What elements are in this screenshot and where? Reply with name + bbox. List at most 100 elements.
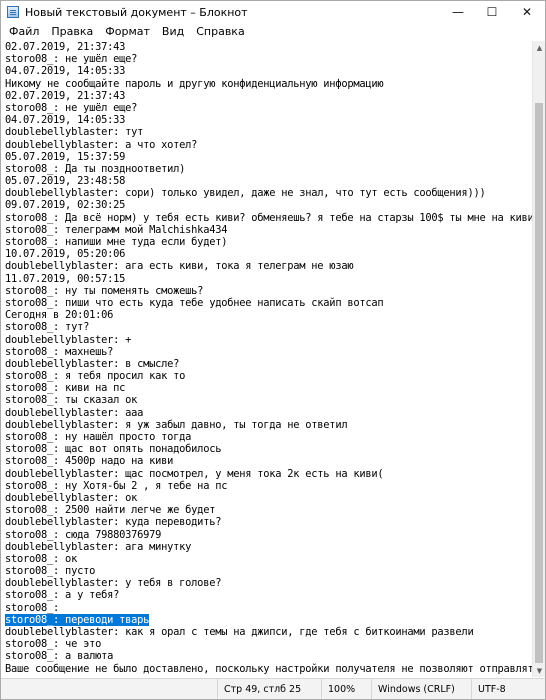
text-line[interactable]: doublebellyblaster: щас посмотрел, у мен… <box>5 468 532 480</box>
text-line[interactable]: 04.07.2019, 14:05:33 <box>5 65 532 77</box>
text-line[interactable]: doublebellyblaster: тут <box>5 126 532 138</box>
text-line[interactable]: doublebellyblaster: а что хотел? <box>5 139 532 151</box>
text-line[interactable]: Ваше сообщение не было доставлено, поско… <box>5 663 532 675</box>
text-line-content: Сегодня в 20:01:06 <box>5 309 114 322</box>
notepad-window: Новый текстовый документ – Блокнот — ☐ ✕… <box>0 0 546 700</box>
text-line[interactable]: storo08_: 2500 найти легче же будет <box>5 504 532 516</box>
text-line[interactable]: storo08_: напиши мне туда если будет) <box>5 236 532 248</box>
resize-grip-icon[interactable] <box>533 679 545 699</box>
text-line[interactable]: storo08_: щас вот опять понадобилось <box>5 443 532 455</box>
text-line[interactable]: storo08_: а у тебя? <box>5 589 532 601</box>
menu-file[interactable]: Файл <box>3 25 45 38</box>
menu-view[interactable]: Вид <box>156 25 190 38</box>
text-line-content: storo08_: ну нашёл просто тогда <box>5 431 192 443</box>
text-line[interactable]: storo08_: тут? <box>5 321 532 333</box>
text-line-content: doublebellyblaster: сори) только увидел,… <box>5 187 486 200</box>
scrollbar-thumb[interactable] <box>535 103 543 663</box>
scroll-up-arrow-icon[interactable]: ▲ <box>533 41 545 54</box>
text-line[interactable]: doublebellyblaster: в смысле? <box>5 358 532 370</box>
text-line[interactable]: storo08_: пусто <box>5 565 532 577</box>
text-line[interactable]: 05.07.2019, 23:48:58 <box>5 175 532 187</box>
text-line[interactable]: storo08_: ок <box>5 553 532 565</box>
text-line-content: storo08_: Да всё норм) у тебя есть киви?… <box>5 211 532 224</box>
text-line[interactable]: storo08_: переводи тварь <box>5 613 532 626</box>
text-line[interactable]: doublebellyblaster: ага минутку <box>5 541 532 553</box>
window-title: Новый текстовый документ – Блокнот <box>25 5 248 19</box>
text-line-content: Никому не сообщайте пароль и другую конф… <box>5 77 384 90</box>
text-line-content: storo08_: че это <box>5 638 102 651</box>
text-line-content: storo08_: не ушёл еще? <box>5 53 138 66</box>
text-line-content: storo08_: <box>5 601 60 614</box>
text-line[interactable]: storo08_: а валюта <box>5 650 532 662</box>
text-line-content: storo08_: ну Хотя-бы 2 , я тебе на пс <box>5 479 228 492</box>
text-line-content: storo08_: а у тебя? <box>5 589 120 602</box>
menu-help[interactable]: Справка <box>190 25 250 38</box>
text-content[interactable]: 02.07.2019, 21:37:43 storo08_: не ушёл ещ… <box>1 41 532 675</box>
text-line[interactable]: doublebellyblaster: как я орал с темы на… <box>5 626 532 638</box>
text-line[interactable]: 02.07.2019, 21:37:43 <box>5 41 532 53</box>
text-line[interactable]: storo08_: телеграмм мой Malchishka434 <box>5 224 532 236</box>
text-line-content: 11.07.2019, 00:57:15 <box>5 272 126 285</box>
text-line[interactable]: Сегодня в 20:01:06 <box>5 309 532 321</box>
text-line[interactable]: storo08_: пиши что есть куда тебе удобне… <box>5 297 532 309</box>
text-line-content: storo08_: пиши что есть куда тебе удобне… <box>5 296 384 309</box>
close-button[interactable]: ✕ <box>509 1 545 23</box>
text-line[interactable]: storo08_: киви на пс <box>5 382 532 394</box>
text-line[interactable]: doublebellyblaster: я уж забыл давно, ты… <box>5 419 532 431</box>
notepad-icon <box>7 6 19 18</box>
text-line[interactable]: storo08_: ты сказал ок <box>5 394 532 406</box>
text-line[interactable]: storo08_: не ушёл еще? <box>5 53 532 65</box>
text-line-content: doublebellyblaster: у тебя в голове? <box>5 577 222 590</box>
text-line-content: 04.07.2019, 14:05:33 <box>5 65 126 78</box>
text-line-content: doublebellyblaster: ага минутку <box>5 540 192 553</box>
text-line-content: doublebellyblaster: куда переводить? <box>5 516 222 529</box>
text-line-content: 09.07.2019, 02:30:25 <box>5 199 126 212</box>
text-line[interactable]: storo08_: ну ты поменять сможешь? <box>5 285 532 297</box>
text-line[interactable]: 11.07.2019, 00:57:15 <box>5 273 532 285</box>
vertical-scrollbar[interactable]: ▲ ▼ <box>532 41 545 677</box>
text-line[interactable]: doublebellyblaster: ага есть киви, тока … <box>5 260 532 272</box>
menu-edit[interactable]: Правка <box>45 25 99 38</box>
text-line-content: 10.07.2019, 05:20:06 <box>5 248 126 261</box>
text-line[interactable]: storo08_: че это <box>5 638 532 650</box>
text-line-content: storo08_: сюда 79880376979 <box>5 528 162 541</box>
text-line-content: doublebellyblaster: тут <box>5 126 144 139</box>
text-line[interactable]: storo08_: <box>5 602 532 614</box>
scroll-down-arrow-icon[interactable]: ▼ <box>533 664 545 677</box>
text-line[interactable]: 04.07.2019, 14:05:33 <box>5 114 532 126</box>
text-line[interactable]: 05.07.2019, 15:37:59 <box>5 151 532 163</box>
text-line[interactable]: storo08_: ну Хотя-бы 2 , я тебе на пс <box>5 480 532 492</box>
text-line-content: 02.07.2019, 21:37:43 <box>5 89 126 102</box>
text-line[interactable]: doublebellyblaster: ааа <box>5 407 532 419</box>
menu-format[interactable]: Формат <box>99 25 156 38</box>
text-line[interactable]: storo08_: махнешь? <box>5 346 532 358</box>
encoding: UTF-8 <box>471 679 533 699</box>
text-line[interactable]: storo08_: ну нашёл просто тогда <box>5 431 532 443</box>
text-line[interactable]: 09.07.2019, 02:30:25 <box>5 199 532 211</box>
text-line-content: storo08_: 4500р надо на киви <box>5 455 174 468</box>
text-line[interactable]: doublebellyblaster: ок <box>5 492 532 504</box>
text-line-content: doublebellyblaster: я уж забыл давно, ты… <box>5 418 348 431</box>
text-line[interactable]: doublebellyblaster: + <box>5 334 532 346</box>
text-line[interactable]: storo08_: не ушёл еще? <box>5 102 532 114</box>
text-line[interactable]: storo08_: Да ты поздноответил) <box>5 163 532 175</box>
minimize-button[interactable]: — <box>441 1 475 23</box>
text-line[interactable]: doublebellyblaster: куда переводить? <box>5 516 532 528</box>
text-line-content: 05.07.2019, 23:48:58 <box>5 175 126 188</box>
text-line[interactable]: 10.07.2019, 05:20:06 <box>5 248 532 260</box>
text-line[interactable]: storo08_: я тебя просил как то <box>5 370 532 382</box>
text-line-content: doublebellyblaster: а что хотел? <box>5 138 198 151</box>
text-line[interactable]: storo08_: Да всё норм) у тебя есть киви?… <box>5 212 532 224</box>
title-bar[interactable]: Новый текстовый документ – Блокнот — ☐ ✕ <box>1 1 545 23</box>
text-line-content: 02.07.2019, 21:37:43 <box>5 41 126 53</box>
text-line[interactable]: doublebellyblaster: у тебя в голове? <box>5 577 532 589</box>
text-line[interactable]: doublebellyblaster: сори) только увидел,… <box>5 187 532 199</box>
text-line[interactable]: storo08_: сюда 79880376979 <box>5 529 532 541</box>
text-editor[interactable]: 02.07.2019, 21:37:43 storo08_: не ушёл ещ… <box>1 41 532 677</box>
text-line[interactable]: Никому не сообщайте пароль и другую конф… <box>5 78 532 90</box>
text-line-content: doublebellyblaster: ага есть киви, тока … <box>5 260 354 273</box>
maximize-button[interactable]: ☐ <box>475 1 509 23</box>
text-line-content: Ваше сообщение не было доставлено, поско… <box>5 662 532 675</box>
text-line[interactable]: 02.07.2019, 21:37:43 <box>5 90 532 102</box>
text-line[interactable]: storo08_: 4500р надо на киви <box>5 455 532 467</box>
